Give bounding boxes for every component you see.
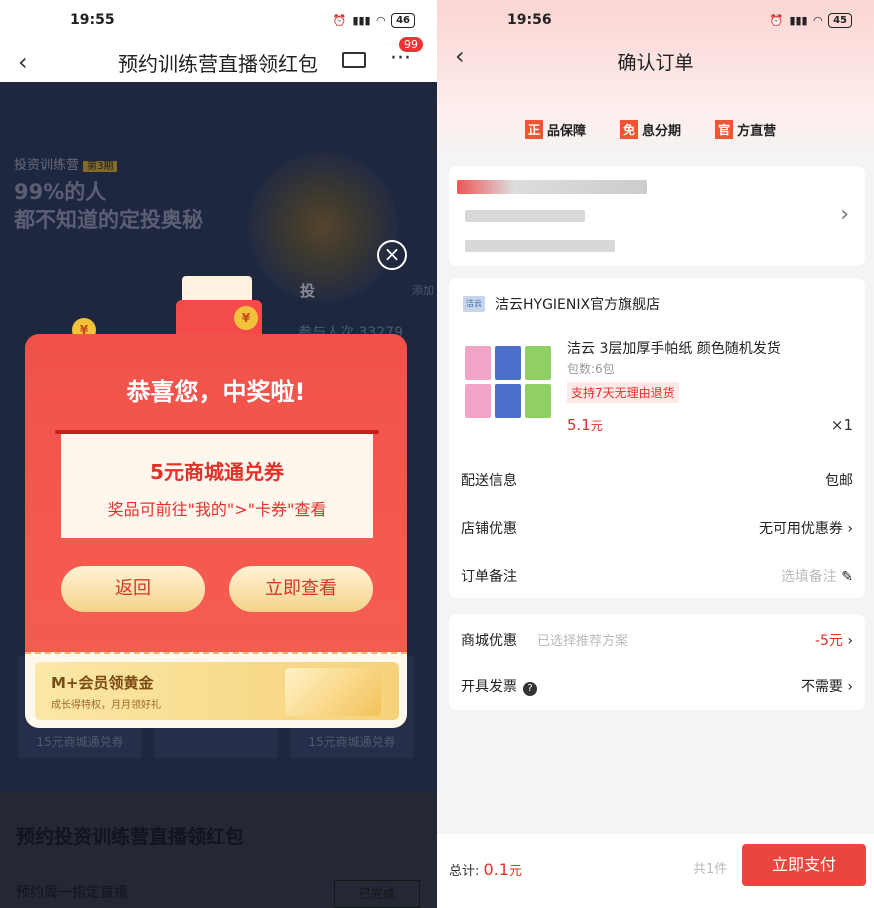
battery-icon: 45 [828,12,852,28]
back-button[interactable]: 返回 [61,566,205,612]
mall-discount-hint: 已选择推荐方案 [537,634,629,649]
order-header: 19:56 ⏰ ▮▮▮ ◠ 45 ‹ 确认订单 正品保障 免息分期 官方直营 [437,0,874,160]
product-quantity: ×1 [830,416,853,434]
price-unit: 元 [590,419,603,433]
order-note-label: 订单备注 [461,569,517,585]
gold-title: M+会员领黄金 [51,674,154,692]
address-line-blurred [465,210,585,222]
chevron-right-icon: › [847,633,853,649]
left-screen: 19:55 ⏰ ▮▮▮ ◠ 46 ‹ 预约训练营直播领红包 ··· 99 投资训… [0,0,437,908]
badge-icon: 免 [620,120,639,139]
chevron-right-icon: › [847,679,853,695]
notification-badge: 99 [398,36,424,53]
coin-icon: ¥ [234,306,258,330]
left-topbar: 19:55 ⏰ ▮▮▮ ◠ 46 ‹ 预约训练营直播领红包 ··· 99 [0,0,437,82]
prize-card: 5元商城通兑券 奖品可前往"我的">"卡券"查看 [61,434,373,538]
invoice-label: 开具发票 [461,679,517,695]
product-price: 5.1元 [567,416,603,434]
status-bar: 19:56 ⏰ ▮▮▮ ◠ 45 [437,0,874,40]
close-icon[interactable]: × [377,240,407,270]
total-unit: 元 [508,864,522,879]
genuine-badge: 正品保障 [525,120,586,139]
order-note-row[interactable]: 订单备注 选填备注 ✎ [461,566,853,586]
delivery-row: 配送信息 包邮 [461,470,853,490]
order-note-value: 选填备注 ✎ [781,566,853,586]
official-badge: 官方直营 [715,120,776,139]
delivery-value: 包邮 [825,473,853,489]
status-icons: ⏰ ▮▮▮ ◠ 46 [332,12,415,28]
invoice-value: 不需要 › [801,676,853,696]
checkout-bar: 总计: 0.1元 共1件 立即支付 [437,834,874,908]
badge-label: 品保障 [547,124,587,139]
shop-row[interactable]: 洁云 洁云HYGIENIX官方旗舰店 [463,294,660,314]
signal-icon: ▮▮▮ [789,13,808,27]
view-now-button[interactable]: 立即查看 [229,566,373,612]
invoice-text: 不需要 [800,679,843,695]
store-coupon-value: 无可用优惠券 › [759,518,853,538]
pay-now-button[interactable]: 立即支付 [742,844,866,886]
badge-label: 息分期 [642,124,682,139]
item-count: 共1件 [693,862,728,877]
order-note-placeholder: 选填备注 [780,569,837,585]
order-card: 洁云 洁云HYGIENIX官方旗舰店 洁云 3层加厚手帕纸 颜色随机发货 包数:… [449,278,865,598]
delivery-label: 配送信息 [461,473,517,489]
invoice-row[interactable]: 开具发票? 不需要 › [461,676,853,696]
service-badges: 正品保障 免息分期 官方直营 [525,120,776,139]
status-icons: ⏰ ▮▮▮ ◠ 45 [769,12,852,28]
address-card[interactable]: › [449,166,865,266]
mall-discount-label: 商城优惠 [461,633,517,649]
gold-member-banner[interactable]: M+会员领黄金 成长得特权，月月领好礼 [35,662,399,720]
chevron-right-icon: › [847,521,853,537]
chevron-right-icon: › [840,202,849,227]
total-price: 总计: 0.1元 [449,860,522,879]
total-value: 0.1 [483,860,509,879]
interest-free-badge: 免息分期 [620,120,681,139]
help-icon[interactable]: ? [523,682,537,696]
page-title: 预约训练营直播领红包 [118,52,318,76]
prize-modal: 恭喜您，中奖啦! 5元商城通兑券 奖品可前往"我的">"卡券"查看 返回 立即查… [25,334,407,728]
total-label: 总计: [449,864,480,879]
status-bar: 19:55 ⏰ ▮▮▮ ◠ 46 [0,0,437,40]
address-line-blurred [465,240,615,252]
product-name: 洁云 3层加厚手帕纸 颜色随机发货 [567,341,781,357]
mall-discount-row[interactable]: 商城优惠 已选择推荐方案 -5元 › [461,630,853,650]
product-spec: 包数:6包 [567,362,615,376]
shop-logo-icon: 洁云 [463,296,485,312]
status-time: 19:55 [70,12,115,28]
return-policy-badge: 支持7天无理由退货 [567,382,679,403]
right-screen: 19:56 ⏰ ▮▮▮ ◠ 45 ‹ 确认订单 正品保障 免息分期 官方直营 ›… [437,0,874,908]
price-value: 5.1 [567,416,591,434]
prize-description: 奖品可前往"我的">"卡券"查看 [107,500,327,519]
ticket-icon[interactable] [342,52,366,68]
signal-icon: ▮▮▮ [352,13,371,27]
wifi-icon: ◠ [376,13,386,27]
mall-discount-value: -5元 › [815,630,853,650]
alarm-icon: ⏰ [769,13,784,27]
page-title: 确认订单 [617,52,694,74]
nav-bar: ‹ 预约训练营直播领红包 ··· 99 [0,36,437,80]
status-time: 19:56 [507,12,552,28]
address-name-blurred [457,180,647,194]
mall-discount-amount: -5元 [814,633,843,649]
badge-icon: 正 [525,120,544,139]
alarm-icon: ⏰ [332,13,347,27]
prize-name: 5元商城通兑券 [150,460,284,484]
shop-name: 洁云HYGIENIX官方旗舰店 [495,297,661,313]
battery-icon: 46 [391,12,415,28]
modal-title: 恭喜您，中奖啦! [126,378,306,406]
store-coupon-text: 无可用优惠券 [758,521,843,537]
modal-footer: M+会员领黄金 成长得特权，月月领好礼 [25,652,407,728]
store-coupon-label: 店铺优惠 [461,521,517,537]
discount-card: 商城优惠 已选择推荐方案 -5元 › 开具发票? 不需要 › [449,614,865,710]
edit-icon: ✎ [841,569,853,585]
gold-subtitle: 成长得特权，月月领好礼 [51,700,161,711]
badge-icon: 官 [715,120,734,139]
store-coupon-row[interactable]: 店铺优惠 无可用优惠券 › [461,518,853,538]
badge-label: 方直营 [737,124,777,139]
back-icon[interactable]: ‹ [18,48,28,76]
product-image[interactable] [465,346,551,418]
gift-box-icon [285,668,381,716]
wifi-icon: ◠ [813,13,823,27]
